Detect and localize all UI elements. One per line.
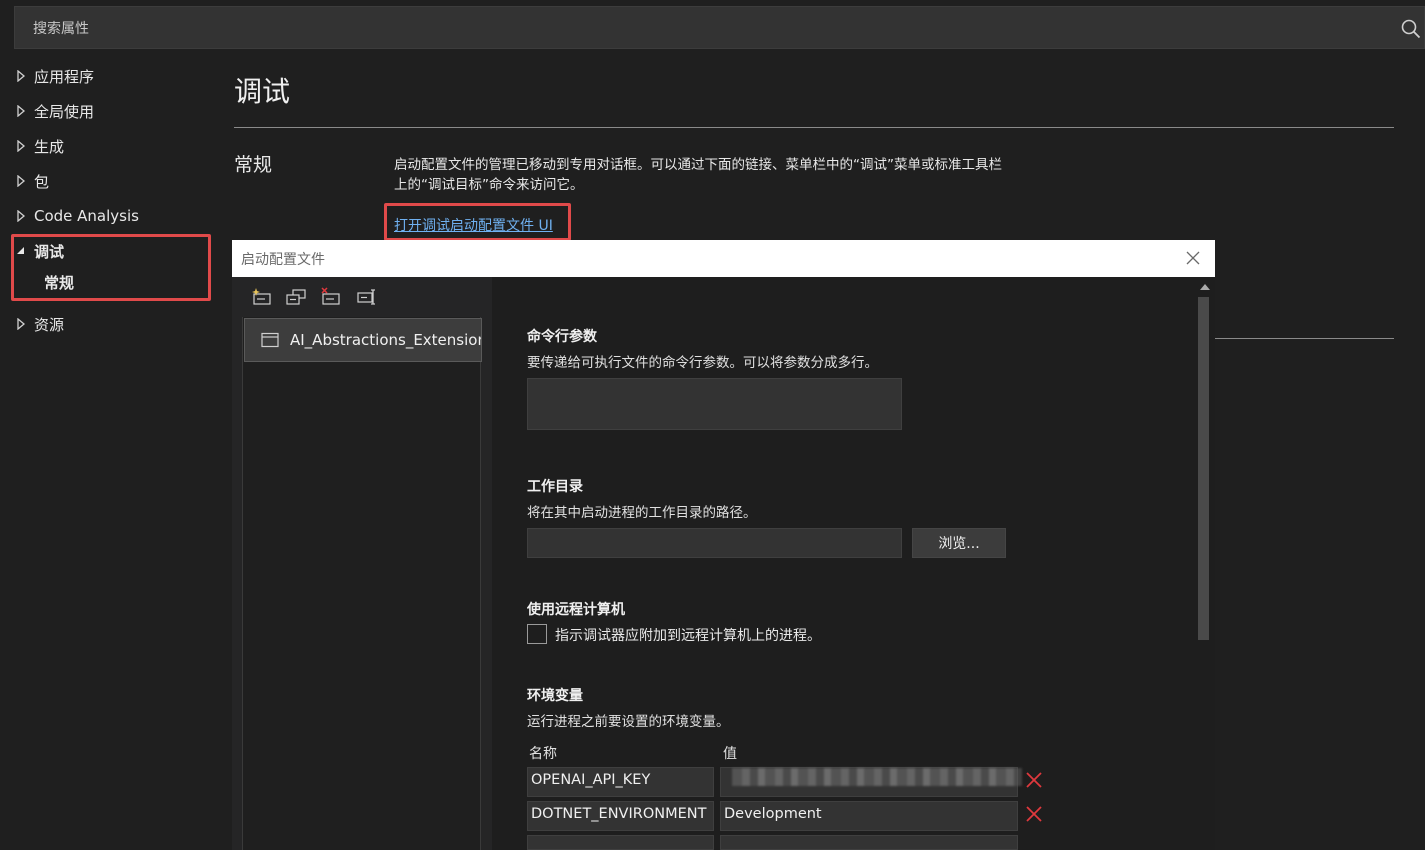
chevron-right-icon[interactable] xyxy=(16,318,34,330)
chevron-down-icon[interactable] xyxy=(16,245,34,257)
search-input[interactable]: 搜索属性 xyxy=(33,18,89,38)
page-title: 调试 xyxy=(234,75,291,108)
browse-button[interactable]: 浏览... xyxy=(912,528,1006,558)
new-profile-icon[interactable] xyxy=(251,287,273,307)
tree-item-label: Code Analysis xyxy=(34,207,139,225)
delete-icon[interactable] xyxy=(1025,805,1043,823)
scroll-up-arrow-icon[interactable] xyxy=(1200,284,1210,290)
env-value-cell[interactable]: Development xyxy=(720,801,1018,831)
remote-label: 使用远程计算机 xyxy=(527,602,625,618)
divider xyxy=(234,127,1394,128)
tree-item-application[interactable]: 应用程序 xyxy=(16,64,94,88)
copy-profile-icon[interactable] xyxy=(285,287,307,307)
window-icon xyxy=(261,332,279,348)
env-name-cell-empty[interactable] xyxy=(527,835,714,850)
profile-name: AI_Abstractions_Extension xyxy=(290,331,482,349)
workdir-input[interactable] xyxy=(527,528,902,558)
tree-item-resources[interactable]: 资源 xyxy=(16,312,64,336)
tree-item-label: 全局使用 xyxy=(34,102,95,121)
tree-item-code-analysis[interactable]: Code Analysis xyxy=(16,204,139,228)
env-col-name: 名称 xyxy=(529,746,557,762)
chevron-right-icon[interactable] xyxy=(16,210,34,222)
list-item[interactable]: AI_Abstractions_Extension xyxy=(244,318,482,362)
dialog-title: 启动配置文件 xyxy=(241,251,325,268)
chevron-right-icon[interactable] xyxy=(16,105,34,117)
redacted-value xyxy=(732,768,1022,786)
tree-item-package[interactable]: 包 xyxy=(16,169,49,193)
rename-profile-icon[interactable] xyxy=(356,287,378,307)
tree-item-label: 调试 xyxy=(34,242,65,261)
env-help: 运行进程之前要设置的环境变量。 xyxy=(527,714,730,730)
tree-item-label: 生成 xyxy=(34,137,65,156)
section-title: 常规 xyxy=(234,154,273,176)
workdir-help: 将在其中启动进程的工作目录的路径。 xyxy=(527,505,757,521)
tree-item-label: 资源 xyxy=(34,315,65,334)
close-icon[interactable] xyxy=(1185,250,1201,266)
remote-checkbox[interactable] xyxy=(527,624,547,644)
chevron-right-icon[interactable] xyxy=(16,140,34,152)
search-icon[interactable] xyxy=(1400,18,1422,40)
tree-item-label: 包 xyxy=(34,172,50,191)
search-bar[interactable]: 搜索属性 xyxy=(14,6,1425,49)
profiles-pane: AI_Abstractions_Extension xyxy=(232,277,492,850)
env-label: 环境变量 xyxy=(527,688,583,704)
cmdargs-help: 要传递给可执行文件的命令行参数。可以将参数分成多行。 xyxy=(527,355,878,371)
tree-item-global-usings[interactable]: 全局使用 xyxy=(16,99,94,123)
env-col-value: 值 xyxy=(723,746,737,762)
tree-item-build[interactable]: 生成 xyxy=(16,134,64,158)
launch-profiles-dialog: 启动配置文件 AI_Abstractions_Extension 命令行参数 要… xyxy=(232,240,1215,850)
cmdargs-label: 命令行参数 xyxy=(527,329,597,345)
tree-item-debug[interactable]: 调试 xyxy=(16,239,64,263)
cmdargs-input[interactable] xyxy=(527,378,902,430)
env-name-cell[interactable]: DOTNET_ENVIRONMENT xyxy=(527,801,714,831)
scrollbar[interactable] xyxy=(1195,277,1213,850)
tree-item-label: 常规 xyxy=(44,273,75,292)
workdir-label: 工作目录 xyxy=(527,479,583,495)
remote-checkbox-label[interactable]: 指示调试器应附加到远程计算机上的进程。 xyxy=(555,625,821,645)
tree-item-debug-general[interactable]: 常规 xyxy=(44,270,74,294)
dialog-titlebar[interactable]: 启动配置文件 xyxy=(232,240,1215,277)
scroll-thumb[interactable] xyxy=(1198,297,1209,640)
delete-profile-icon[interactable] xyxy=(320,287,342,307)
divider xyxy=(1214,338,1394,339)
section-description: 启动配置文件的管理已移动到专用对话框。可以通过下面的链接、菜单栏中的“调试”菜单… xyxy=(394,157,1002,193)
profile-list: AI_Abstractions_Extension xyxy=(242,317,482,850)
env-name-cell[interactable]: OPENAI_API_KEY xyxy=(527,767,714,797)
tree-item-label: 应用程序 xyxy=(34,67,95,86)
chevron-right-icon[interactable] xyxy=(16,175,34,187)
open-launch-profiles-link[interactable]: 打开调试启动配置文件 UI xyxy=(394,215,553,235)
chevron-right-icon[interactable] xyxy=(16,70,34,82)
env-value-cell-empty[interactable] xyxy=(720,835,1018,850)
delete-icon[interactable] xyxy=(1025,771,1043,789)
